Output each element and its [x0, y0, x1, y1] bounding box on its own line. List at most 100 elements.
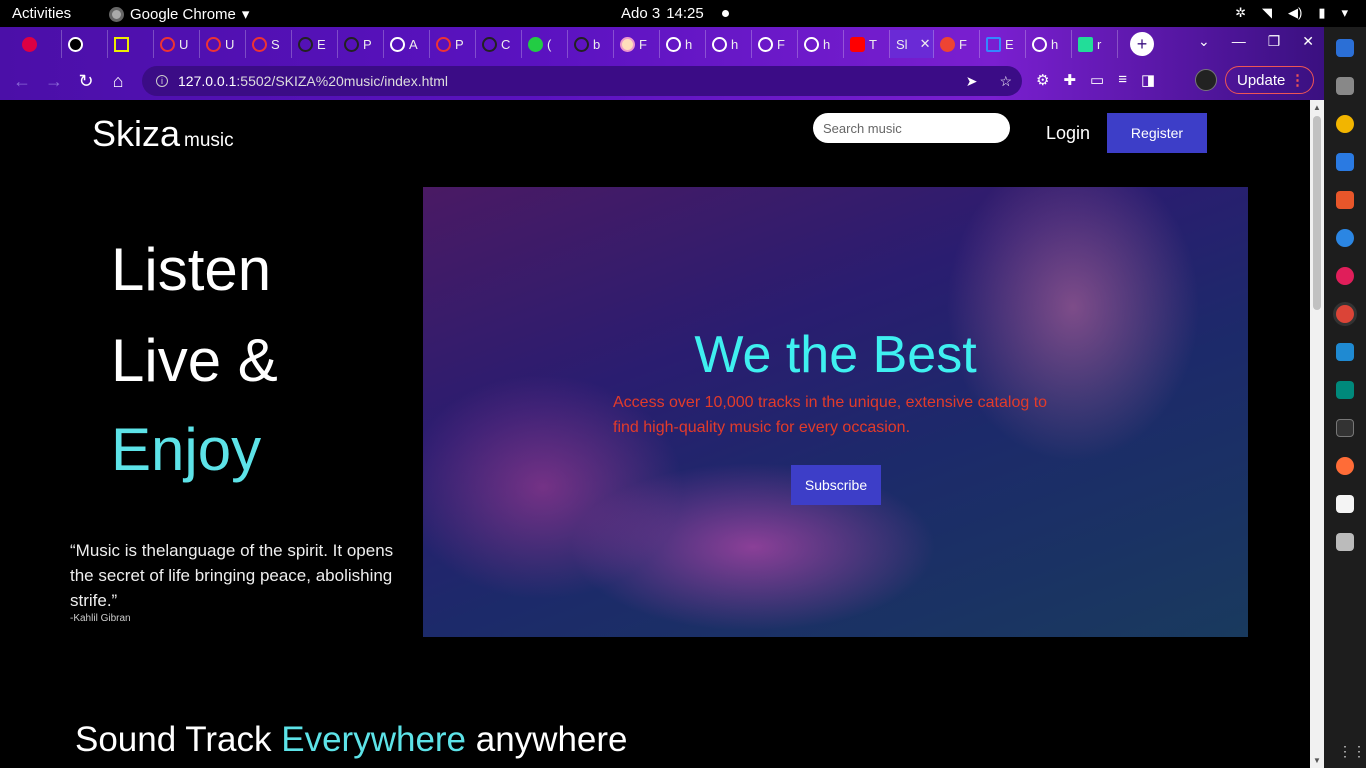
site-logo[interactable]: Skiza music — [92, 113, 234, 155]
browser-tab[interactable]: T — [844, 30, 890, 58]
more-menu-icon: ⋮ — [1290, 72, 1305, 89]
browser-tab[interactable]: F — [752, 30, 798, 58]
section-title-accent: Everywhere — [281, 720, 467, 759]
browser-tab[interactable] — [108, 30, 154, 58]
tab-favicon-icon — [574, 36, 589, 52]
writer-icon[interactable] — [1336, 153, 1354, 171]
browser-tab[interactable]: U — [154, 30, 200, 58]
clock-date: Ado 3 — [621, 5, 661, 22]
extension-icon[interactable]: ⚙ — [1036, 71, 1049, 89]
system-tray[interactable]: ✲ ◥ ◀) ▮ ▾ — [1235, 5, 1348, 21]
browser-tab[interactable]: S — [246, 30, 292, 58]
scroll-down-icon[interactable]: ▼ — [1313, 756, 1321, 765]
google-icon — [712, 36, 727, 52]
browser-window: U U S E P A P C ( b F h h F h T Sl ✕ F E … — [0, 27, 1324, 100]
register-button[interactable]: Register — [1107, 113, 1207, 153]
hero-title: We the Best — [694, 326, 977, 384]
browser-tab[interactable]: F — [934, 30, 980, 58]
extensions-bar: ⚙ ✚ ▭ ≡ ◨ — [1036, 71, 1155, 89]
url-path: :5502/SKIZA%20music/index.html — [236, 73, 449, 89]
tab-search-icon[interactable]: ⌄ — [1198, 33, 1210, 50]
browser-tab-active[interactable]: Sl ✕ — [890, 30, 934, 58]
section-title-part2: anywhere — [466, 720, 628, 759]
page-scrollbar[interactable]: ▲ ▼ — [1310, 100, 1324, 768]
tab-close-icon[interactable]: ✕ — [920, 36, 931, 52]
back-icon[interactable]: ← — [6, 71, 38, 92]
browser-tab[interactable]: E — [292, 30, 338, 58]
avatar[interactable] — [1195, 69, 1217, 91]
browser-tab[interactable]: C — [476, 30, 522, 58]
tab-favicon-icon — [22, 36, 37, 52]
chevron-down-icon: ▾ — [1341, 5, 1348, 20]
new-tab-button[interactable]: + — [1130, 32, 1154, 56]
postman-icon[interactable] — [1336, 457, 1354, 475]
update-button[interactable]: Update ⋮ — [1225, 66, 1314, 94]
browser-tab[interactable]: ( — [522, 30, 568, 58]
logo-sub: music — [184, 130, 234, 151]
browser-tab[interactable]: b — [568, 30, 614, 58]
site-info-icon[interactable]: i — [156, 75, 168, 87]
browser-toolbar: ← → ↻ ⌂ i 127.0.0.1 :5502/SKIZA%20music/… — [0, 63, 1324, 99]
browser-tab[interactable]: h — [798, 30, 844, 58]
window-controls: ⌄ — ❐ ✕ — [1198, 33, 1314, 50]
browser-tab[interactable]: h — [1026, 30, 1072, 58]
reload-icon[interactable]: ↻ — [70, 71, 102, 92]
browser-tab[interactable]: r — [1072, 30, 1118, 58]
quote-text: “Music is thelanguage of the spirit. It … — [70, 541, 394, 610]
app-menu[interactable]: Google Chrome ▾ — [109, 5, 249, 23]
show-apps-icon[interactable]: ⋮⋮⋮ — [1338, 743, 1366, 760]
software-icon[interactable] — [1336, 191, 1354, 209]
subscribe-button[interactable]: Subscribe — [791, 465, 881, 505]
tab-favicon-icon — [114, 36, 129, 52]
restore-icon[interactable]: ❐ — [1268, 33, 1281, 50]
browser-tab[interactable]: A — [384, 30, 430, 58]
vscode-icon[interactable] — [1336, 343, 1354, 361]
browser-tab[interactable]: P — [430, 30, 476, 58]
image-viewer-icon[interactable] — [1336, 533, 1354, 551]
clock[interactable]: Ado 3 14:25 — [621, 5, 729, 22]
forward-icon[interactable]: → — [38, 71, 70, 92]
browser-tab[interactable] — [16, 30, 62, 58]
help-icon[interactable] — [1336, 229, 1354, 247]
media-icon[interactable]: ≡ — [1118, 71, 1127, 89]
browser-tab[interactable]: h — [706, 30, 752, 58]
puzzle-icon[interactable]: ✚ — [1063, 71, 1076, 89]
browser-tab[interactable]: U — [200, 30, 246, 58]
minimize-icon[interactable]: — — [1232, 33, 1246, 50]
browser-tab[interactable]: F — [614, 30, 660, 58]
screenshot-icon[interactable] — [1336, 77, 1354, 95]
activities-button[interactable]: Activities — [12, 5, 71, 22]
cast-icon[interactable]: ▭ — [1090, 71, 1104, 89]
scrollbar-thumb[interactable] — [1313, 116, 1321, 310]
google-icon — [666, 36, 681, 52]
tab-favicon-icon — [68, 36, 83, 52]
meet-icon[interactable] — [1336, 381, 1354, 399]
headline-live: Live & — [111, 327, 278, 394]
rhythmbox-icon[interactable] — [1336, 115, 1354, 133]
scroll-up-icon[interactable]: ▲ — [1313, 103, 1321, 112]
home-icon[interactable]: ⌂ — [102, 71, 134, 92]
browser-tab[interactable]: E — [980, 30, 1026, 58]
tab-favicon-icon — [482, 36, 497, 52]
tab-favicon-icon — [252, 36, 267, 52]
side-panel-icon[interactable]: ◨ — [1141, 71, 1155, 89]
address-bar[interactable]: i 127.0.0.1 :5502/SKIZA%20music/index.ht… — [142, 66, 1022, 96]
text-editor-icon[interactable] — [1336, 495, 1354, 513]
chrome-icon[interactable] — [1336, 305, 1354, 323]
terminal-icon[interactable] — [1336, 419, 1354, 437]
login-link[interactable]: Login — [1046, 123, 1090, 144]
files-icon[interactable] — [1336, 39, 1354, 57]
tab-favicon-icon — [758, 36, 773, 52]
search-input[interactable] — [813, 113, 1010, 143]
send-icon[interactable]: ➤ — [966, 73, 978, 90]
tab-favicon-icon — [528, 36, 543, 52]
browser-tab[interactable] — [62, 30, 108, 58]
browser-tab[interactable]: P — [338, 30, 384, 58]
slack-tray-icon: ✲ — [1235, 5, 1246, 20]
hero-text: Access over 10,000 tracks in the unique,… — [613, 394, 1048, 436]
app-menu-label: Google Chrome — [130, 5, 236, 23]
browser-tab[interactable]: h — [660, 30, 706, 58]
slack-icon[interactable] — [1336, 267, 1354, 285]
close-icon[interactable]: ✕ — [1302, 33, 1314, 50]
bookmark-star-icon[interactable]: ☆ — [999, 73, 1012, 90]
